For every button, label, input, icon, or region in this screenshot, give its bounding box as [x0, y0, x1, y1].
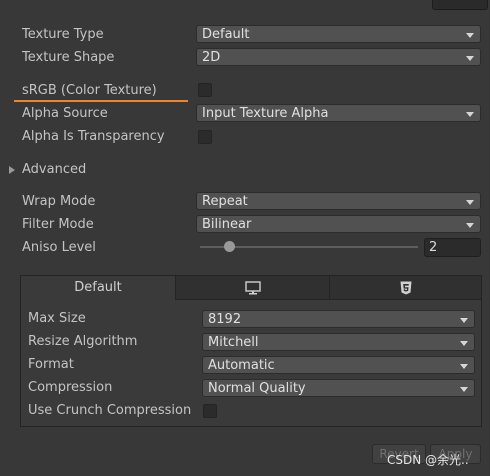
resize-algorithm-value: Mitchell	[208, 335, 259, 350]
tab-webgl[interactable]	[329, 275, 482, 300]
filter-mode-label: Filter Mode	[22, 217, 94, 232]
html5-icon	[400, 281, 411, 295]
alpha-source-value: Input Texture Alpha	[202, 106, 329, 121]
max-size-value: 8192	[208, 312, 242, 327]
wrap-mode-dropdown[interactable]: Repeat	[196, 192, 481, 210]
chevron-down-icon	[466, 56, 474, 61]
compression-label: Compression	[28, 380, 113, 395]
format-label: Format	[28, 357, 74, 372]
monitor-icon	[244, 281, 261, 295]
chevron-down-icon	[460, 364, 468, 369]
format-value: Automatic	[208, 358, 275, 373]
aniso-level-label: Aniso Level	[22, 240, 96, 255]
tab-default[interactable]: Default	[20, 275, 176, 300]
chevron-down-icon	[460, 341, 468, 346]
texture-type-dropdown[interactable]: Default	[196, 25, 481, 43]
texture-type-value: Default	[202, 27, 250, 42]
aniso-level-field[interactable]: 2	[424, 238, 481, 257]
tab-default-label: Default	[74, 280, 122, 295]
max-size-dropdown[interactable]: 8192	[202, 310, 475, 328]
chevron-down-icon	[460, 318, 468, 323]
texture-type-label: Texture Type	[22, 27, 104, 42]
chevron-down-icon	[466, 112, 474, 117]
watermark-text: CSDN @余光..	[387, 453, 469, 467]
compression-value: Normal Quality	[208, 381, 306, 396]
filter-mode-dropdown[interactable]: Bilinear	[196, 215, 481, 233]
alpha-source-label: Alpha Source	[22, 106, 108, 121]
wrap-mode-value: Repeat	[202, 194, 248, 209]
chevron-down-icon	[460, 387, 468, 392]
alpha-source-dropdown[interactable]: Input Texture Alpha	[196, 104, 481, 122]
top-field[interactable]	[432, 0, 488, 10]
foldout-arrow-icon[interactable]	[9, 166, 15, 174]
crunch-compression-checkbox[interactable]	[203, 404, 217, 418]
advanced-foldout-label[interactable]: Advanced	[22, 160, 86, 180]
alpha-transparency-checkbox[interactable]	[198, 130, 212, 144]
chevron-down-icon	[466, 33, 474, 38]
tab-standalone[interactable]	[175, 275, 330, 300]
wrap-mode-label: Wrap Mode	[22, 194, 96, 209]
texture-shape-label: Texture Shape	[22, 50, 115, 65]
texture-shape-value: 2D	[202, 50, 221, 65]
chevron-down-icon	[466, 223, 474, 228]
chevron-down-icon	[466, 200, 474, 205]
filter-mode-value: Bilinear	[202, 217, 252, 232]
srgb-highlight-underline	[14, 100, 188, 102]
max-size-label: Max Size	[28, 311, 86, 326]
texture-shape-dropdown[interactable]: 2D	[196, 48, 481, 66]
compression-dropdown[interactable]: Normal Quality	[202, 379, 475, 397]
top-bar	[0, 0, 490, 12]
crunch-compression-label: Use Crunch Compression	[28, 403, 192, 418]
alpha-transparency-label: Alpha Is Transparency	[22, 129, 165, 144]
resize-algorithm-dropdown[interactable]: Mitchell	[202, 333, 475, 351]
srgb-label: sRGB (Color Texture)	[22, 83, 157, 98]
resize-algorithm-label: Resize Algorithm	[28, 334, 138, 349]
format-dropdown[interactable]: Automatic	[202, 356, 475, 374]
aniso-slider-thumb[interactable]	[224, 241, 235, 252]
srgb-checkbox[interactable]	[198, 83, 212, 97]
